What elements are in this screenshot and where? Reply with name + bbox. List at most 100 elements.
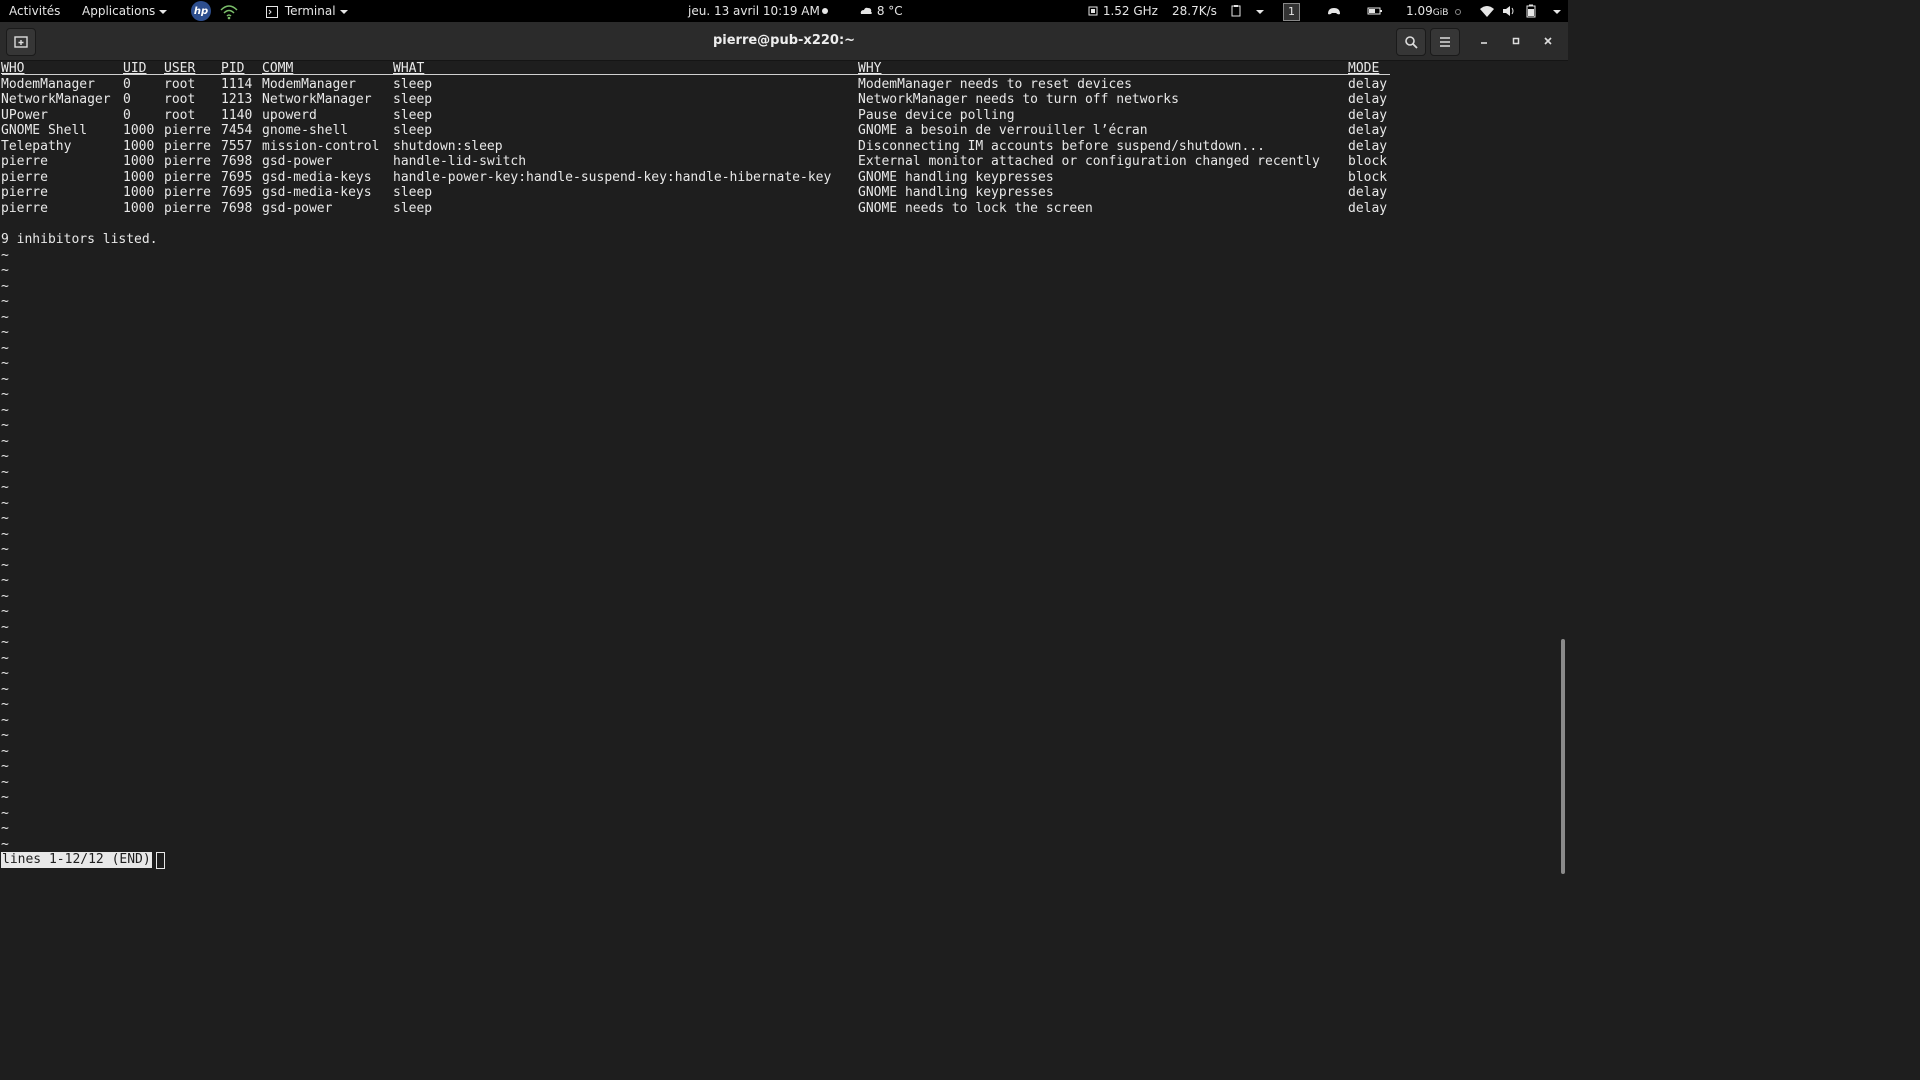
cell-what: handle-power-key:handle-suspend-key:hand…: [393, 169, 832, 185]
cell-who: pierre: [1, 200, 48, 216]
cell-uid: 1000: [123, 200, 155, 216]
new-tab-button[interactable]: [6, 28, 36, 56]
cell-user: pierre: [164, 200, 211, 216]
gear-icon: [1455, 9, 1462, 15]
cell-uid: 0: [123, 76, 131, 92]
cell-who: pierre: [1, 185, 48, 200]
scrollbar-thumb[interactable]: [1561, 639, 1565, 874]
cell-what: sleep: [393, 200, 433, 216]
scrollbar[interactable]: [1558, 61, 1568, 882]
applications-menu[interactable]: Applications: [82, 0, 168, 22]
empty-line-marker: ~: [1, 759, 9, 774]
system-menu-caret[interactable]: [1549, 0, 1561, 22]
clipboard-menu[interactable]: [1230, 0, 1264, 22]
menu-button[interactable]: [1430, 28, 1460, 56]
clock[interactable]: jeu. 13 avril 10:19 AM: [688, 0, 820, 22]
search-icon: [1405, 36, 1418, 49]
workspace-indicator[interactable]: 1: [1283, 3, 1300, 21]
empty-line-marker: ~: [1, 774, 9, 790]
empty-line-marker: ~: [1, 650, 9, 666]
cell-comm: gsd-power: [262, 200, 333, 216]
empty-line-marker: ~: [1, 542, 9, 557]
empty-line-marker: ~: [1, 247, 9, 263]
minimize-button[interactable]: [1470, 28, 1498, 54]
cell-who: UPower: [1, 107, 48, 123]
close-icon: [1544, 37, 1552, 45]
weather-temp: 8 °C: [876, 4, 903, 18]
cell-mode: block: [1348, 154, 1388, 169]
cell-pid: 7698: [221, 200, 253, 216]
empty-line-marker: ~: [1, 790, 9, 805]
empty-line-marker: ~: [1, 697, 9, 712]
empty-line-marker: ~: [1, 371, 9, 387]
cell-who: NetworkManager: [1, 92, 111, 107]
empty-line-marker: ~: [1, 619, 9, 635]
empty-line-marker: ~: [1, 588, 9, 604]
volume-icon[interactable]: [1501, 0, 1517, 22]
top-bar: Activités Applications hp Terminal jeu. …: [0, 0, 1568, 22]
cell-why: External monitor attached or configurati…: [858, 154, 1320, 169]
cell-comm: NetworkManager: [262, 92, 372, 107]
empty-line-marker: ~: [1, 666, 9, 681]
empty-line-marker: ~: [1, 418, 9, 433]
cell-pid: 7557: [221, 138, 253, 154]
activities-button[interactable]: Activités: [9, 0, 60, 22]
battery-icon[interactable]: [1524, 0, 1538, 22]
cell-user: pierre: [164, 123, 211, 138]
empty-line-marker: ~: [1, 573, 9, 588]
cell-what: handle-lid-switch: [393, 154, 527, 169]
cpu-freq-value: 1.52 GHz: [1102, 4, 1158, 18]
cell-what: sleep: [393, 92, 433, 107]
empty-line-marker: ~: [1, 805, 9, 821]
empty-line-marker: ~: [1, 449, 9, 464]
cell-why: GNOME handling keypresses: [858, 185, 1054, 200]
empty-line-marker: ~: [1, 635, 9, 650]
cell-uid: 0: [123, 107, 131, 123]
net-speed[interactable]: 28.7K/s: [1172, 0, 1217, 22]
chevron-down-icon: [1553, 9, 1561, 14]
cell-comm: mission-control: [262, 138, 380, 154]
wifi-status-icon[interactable]: [1479, 0, 1495, 22]
cell-user: root: [164, 76, 196, 92]
cell-what: sleep: [393, 76, 433, 92]
terminal-output[interactable]: WHO UID USER PID COMM WHAT WHY MODE Mode…: [0, 61, 1558, 882]
cell-user: pierre: [164, 154, 211, 169]
cell-why: GNOME handling keypresses: [858, 169, 1054, 185]
empty-line-marker: ~: [1, 821, 9, 836]
wifi-icon[interactable]: [219, 0, 239, 22]
cell-what: sleep: [393, 123, 433, 138]
terminal-app-menu[interactable]: Terminal: [266, 0, 348, 22]
window-titlebar: pierre@pub-x220:~: [0, 22, 1568, 61]
empty-line-marker: ~: [1, 263, 9, 278]
gamepad-icon[interactable]: [1326, 0, 1342, 22]
cpu-freq-indicator[interactable]: 1.52 GHz: [1087, 0, 1158, 22]
cell-uid: 1000: [123, 169, 155, 185]
chevron-down-icon: [159, 9, 168, 14]
cell-why: Pause device polling: [858, 107, 1015, 123]
cell-why: GNOME needs to lock the screen: [858, 200, 1093, 216]
maximize-button[interactable]: [1502, 28, 1530, 54]
storage-unit: GiB: [1432, 8, 1449, 18]
empty-line-marker: ~: [1, 712, 9, 728]
cell-pid: 7454: [221, 123, 253, 138]
cell-uid: 1000: [123, 185, 155, 200]
empty-line-marker: ~: [1, 433, 9, 449]
empty-line-marker: ~: [1, 480, 9, 495]
empty-line-marker: ~: [1, 511, 9, 526]
empty-line-marker: ~: [1, 402, 9, 418]
chevron-down-icon: [339, 9, 348, 14]
cloud-icon: [860, 7, 872, 14]
minimize-icon: [1481, 42, 1487, 44]
storage-indicator[interactable]: 1.09GiB: [1406, 0, 1462, 22]
close-button[interactable]: [1534, 28, 1562, 54]
empty-line-marker: ~: [1, 743, 9, 759]
search-button[interactable]: [1396, 28, 1426, 56]
hp-logo-icon[interactable]: hp: [191, 1, 211, 21]
cell-pid: 7695: [221, 169, 253, 185]
storage-value: 1.09: [1406, 4, 1433, 18]
cell-mode: delay: [1348, 107, 1388, 123]
text-cursor: [156, 852, 165, 869]
battery-status-icon[interactable]: [1367, 0, 1383, 22]
cell-comm: gsd-media-keys: [262, 185, 372, 200]
weather-indicator[interactable]: 8 °C: [859, 0, 903, 22]
